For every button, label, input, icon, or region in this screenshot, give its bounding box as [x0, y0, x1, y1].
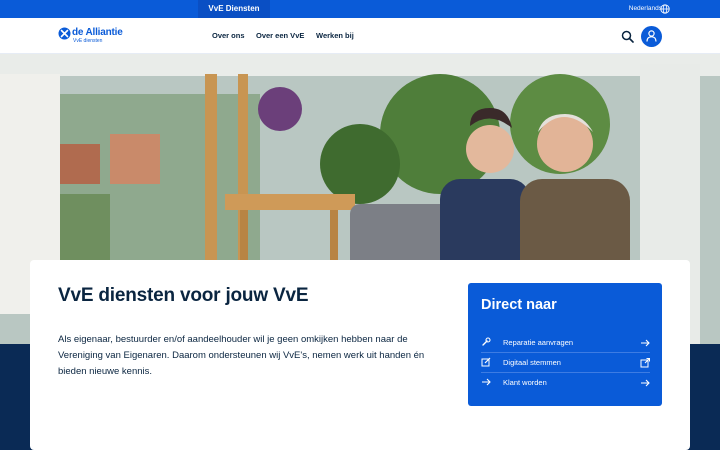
nav-werken-bij[interactable]: Werken bij [316, 18, 354, 54]
arrow-right-icon [641, 339, 650, 347]
page-title: VvE diensten voor jouw VvE [58, 285, 309, 306]
main-header: de Alliantie VvE diensten Over ons Over … [0, 18, 720, 54]
search-icon[interactable] [621, 30, 634, 43]
logo-name: de Alliantie [72, 27, 123, 38]
link-digitaal-stemmen[interactable]: Digitaal stemmen [481, 353, 650, 373]
intro-text: Als eigenaar, bestuurder en/of aandeelho… [58, 334, 425, 377]
direct-naar-title: Direct naar [481, 297, 557, 313]
link-label: Reparatie aanvragen [503, 338, 574, 347]
top-utility-bar: VvE Diensten Nederlands [0, 0, 720, 18]
nav-over-een-vve[interactable]: Over een VvE [256, 18, 304, 54]
logo[interactable]: de Alliantie VvE diensten [58, 27, 128, 45]
link-reparatie-aanvragen[interactable]: Reparatie aanvragen [481, 333, 650, 353]
nav-over-ons[interactable]: Over ons [212, 18, 245, 54]
language-selector[interactable]: Nederlands [629, 0, 662, 18]
link-klant-worden[interactable]: Klant worden [481, 373, 650, 393]
wrench-icon [482, 337, 491, 346]
user-icon [646, 30, 657, 42]
link-label: Klant worden [503, 378, 547, 387]
direct-naar-panel: Direct naar Reparatie aanvragen Digitaal… [468, 283, 662, 406]
logo-subtitle: VvE diensten [73, 38, 103, 44]
external-link-icon [640, 358, 650, 368]
arrow-right-icon [482, 378, 491, 386]
account-button[interactable] [641, 26, 662, 47]
alliantie-logo-icon [58, 27, 71, 40]
edit-icon [481, 357, 491, 367]
arrow-right-icon [641, 379, 650, 387]
content-card: VvE diensten voor jouw VvE Als eigenaar,… [30, 260, 690, 450]
tab-vve-diensten[interactable]: VvE Diensten [198, 0, 270, 18]
globe-icon[interactable] [660, 4, 670, 14]
link-label: Digitaal stemmen [503, 358, 561, 367]
